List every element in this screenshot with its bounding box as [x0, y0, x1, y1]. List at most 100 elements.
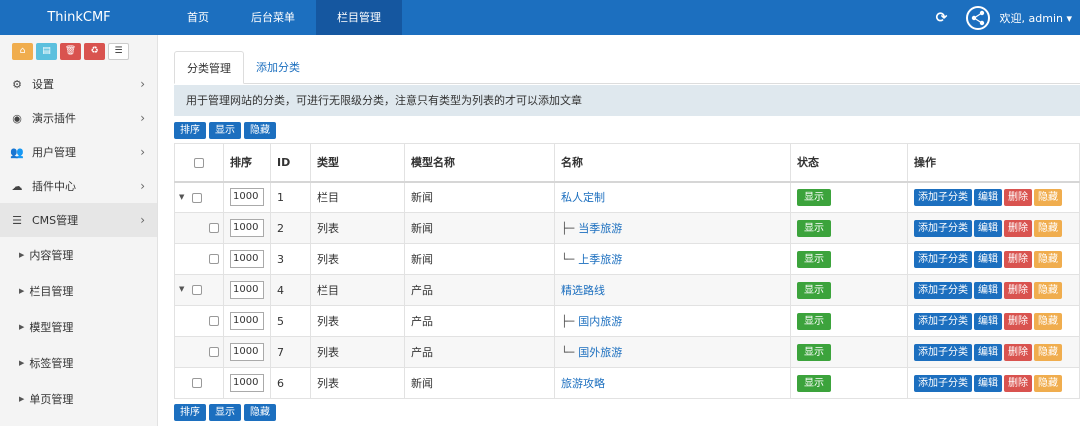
nav-home[interactable]: 首页 — [166, 0, 230, 35]
row-checkbox[interactable] — [192, 192, 202, 203]
sidebar-subitem-category[interactable]: ▶ 栏目管理 — [0, 273, 157, 309]
add-child-button[interactable]: 添加子分类 — [914, 343, 972, 361]
order-input[interactable]: 1000 — [230, 188, 264, 207]
row-checkbox[interactable] — [209, 316, 219, 326]
add-child-button[interactable]: 添加子分类 — [914, 250, 972, 268]
hide-row-button[interactable]: 隐藏 — [1034, 281, 1062, 299]
home-icon[interactable]: ⌂ — [12, 42, 33, 60]
order-input[interactable]: 1000 — [230, 343, 264, 361]
delete-button[interactable]: 删除 — [1004, 374, 1032, 392]
edit-button[interactable]: 编辑 — [974, 250, 1002, 268]
status-badge[interactable]: 显示 — [797, 188, 831, 206]
delete-button[interactable]: 删除 — [1004, 188, 1032, 206]
row-checkbox[interactable] — [209, 254, 219, 264]
order-input[interactable]: 1000 — [230, 374, 264, 392]
row-checkbox[interactable] — [209, 347, 219, 357]
sidebar-subitem-label: 模型管理 — [29, 321, 74, 334]
status-cell: 显示 — [790, 181, 908, 213]
order-input[interactable]: 1000 — [230, 250, 264, 268]
hide-row-button[interactable]: 隐藏 — [1034, 312, 1062, 330]
category-name-link[interactable]: 私人定制 — [561, 191, 605, 204]
sidebar-item-users[interactable]: 👥 用户管理 › — [0, 135, 157, 169]
edit-button[interactable]: 编辑 — [974, 312, 1002, 330]
delete-button[interactable]: 删除 — [1004, 219, 1032, 237]
refresh-icon[interactable]: ⟳ — [928, 10, 956, 26]
file-icon[interactable]: ▤ — [36, 42, 57, 60]
nav-category-management[interactable]: 栏目管理 — [316, 0, 402, 35]
status-badge[interactable]: 显示 — [797, 374, 831, 392]
edit-button[interactable]: 编辑 — [974, 374, 1002, 392]
hide-row-button[interactable]: 隐藏 — [1034, 250, 1062, 268]
status-cell: 显示 — [790, 305, 908, 337]
row-checkbox[interactable] — [192, 285, 202, 295]
delete-button[interactable]: 删除 — [1004, 250, 1032, 268]
add-child-button[interactable]: 添加子分类 — [914, 374, 972, 392]
delete-button[interactable]: 删除 — [1004, 343, 1032, 361]
info-notice: 用于管理网站的分类，可进行无限级分类，注意只有类型为列表的才可以添加文章 — [174, 85, 1080, 116]
show-button[interactable]: 显示 — [209, 404, 241, 421]
delete-button[interactable]: 删除 — [1004, 281, 1032, 299]
hide-button[interactable]: 隐藏 — [244, 122, 276, 139]
add-child-button[interactable]: 添加子分类 — [914, 281, 972, 299]
status-badge[interactable]: 显示 — [797, 312, 831, 330]
edit-button[interactable]: 编辑 — [974, 343, 1002, 361]
hide-row-button[interactable]: 隐藏 — [1034, 188, 1062, 206]
sidebar-item-cms[interactable]: ☰ CMS管理 › — [0, 203, 157, 237]
table-row: 1000 6 列表 新闻 旅游攻略 显示 添加子分类 编辑 删除 隐藏 — [174, 367, 1080, 399]
sidebar-subitem-tags[interactable]: ▶ 标签管理 — [0, 345, 157, 381]
sort-button[interactable]: 排序 — [174, 122, 206, 139]
status-badge[interactable]: 显示 — [797, 219, 831, 237]
category-name-link[interactable]: 国外旅游 — [578, 346, 622, 359]
nav-admin-menu[interactable]: 后台菜单 — [230, 0, 316, 35]
order-input[interactable]: 1000 — [230, 312, 264, 330]
delete-button[interactable]: 删除 — [1004, 312, 1032, 330]
category-name-link[interactable]: 国内旅游 — [578, 315, 622, 328]
category-name-link[interactable]: 旅游攻略 — [561, 377, 605, 390]
sidebar-item-demo-plugin[interactable]: ◉ 演示插件 › — [0, 101, 157, 135]
status-badge[interactable]: 显示 — [797, 250, 831, 268]
category-name-link[interactable]: 上季旅游 — [578, 253, 622, 266]
hide-button[interactable]: 隐藏 — [244, 404, 276, 421]
sidebar-subitem-model[interactable]: ▶ 模型管理 — [0, 309, 157, 345]
user-menu[interactable]: 欢迎, admin ▾ — [1000, 10, 1072, 26]
edit-button[interactable]: 编辑 — [974, 188, 1002, 206]
model-cell: 新闻 — [404, 212, 555, 244]
category-name-link[interactable]: 精选路线 — [561, 284, 605, 297]
category-name-link[interactable]: 当季旅游 — [578, 222, 622, 235]
row-checkbox[interactable] — [209, 223, 219, 233]
sort-button[interactable]: 排序 — [174, 404, 206, 421]
add-child-button[interactable]: 添加子分类 — [914, 312, 972, 330]
cloud-icon: ☁ — [11, 179, 23, 193]
caret-down-icon[interactable]: ▼ — [179, 193, 184, 201]
list-icon[interactable]: ☰ — [108, 42, 129, 60]
brand-logo[interactable]: ThinkCMF — [0, 0, 158, 35]
name-cell: ├─ 国内旅游 — [554, 305, 791, 337]
order-input[interactable]: 1000 — [230, 219, 264, 237]
sidebar-item-plugin-center[interactable]: ☁ 插件中心 › — [0, 169, 157, 203]
sidebar-item-label: 插件中心 — [32, 180, 76, 193]
show-button[interactable]: 显示 — [209, 122, 241, 139]
tab-category-management[interactable]: 分类管理 — [174, 51, 244, 84]
edit-button[interactable]: 编辑 — [974, 281, 1002, 299]
caret-down-icon[interactable]: ▼ — [179, 285, 184, 293]
add-child-button[interactable]: 添加子分类 — [914, 219, 972, 237]
recycle-icon[interactable]: ♻ — [84, 42, 105, 60]
hide-row-button[interactable]: 隐藏 — [1034, 374, 1062, 392]
tab-add-category[interactable]: 添加分类 — [244, 51, 312, 84]
status-badge[interactable]: 显示 — [797, 343, 831, 361]
sidebar-subitem-pages[interactable]: ▶ 单页管理 — [0, 381, 157, 417]
add-child-button[interactable]: 添加子分类 — [914, 188, 972, 206]
status-badge[interactable]: 显示 — [797, 281, 831, 299]
trash-icon[interactable]: 🗑 — [60, 42, 81, 60]
hide-row-button[interactable]: 隐藏 — [1034, 343, 1062, 361]
sidebar-item-settings[interactable]: ⚙ 设置 › — [0, 67, 157, 101]
order-input[interactable]: 1000 — [230, 281, 264, 299]
table-row: ▼ 1000 4 栏目 产品 精选路线 显示 添加子分类 编辑 删除 隐藏 — [174, 274, 1080, 306]
avatar[interactable] — [965, 5, 990, 30]
order-cell: 1000 — [223, 367, 271, 399]
select-all-checkbox[interactable] — [194, 157, 204, 168]
hide-row-button[interactable]: 隐藏 — [1034, 219, 1062, 237]
edit-button[interactable]: 编辑 — [974, 219, 1002, 237]
row-checkbox[interactable] — [192, 378, 202, 388]
sidebar-subitem-content[interactable]: ▶ 内容管理 — [0, 237, 157, 273]
